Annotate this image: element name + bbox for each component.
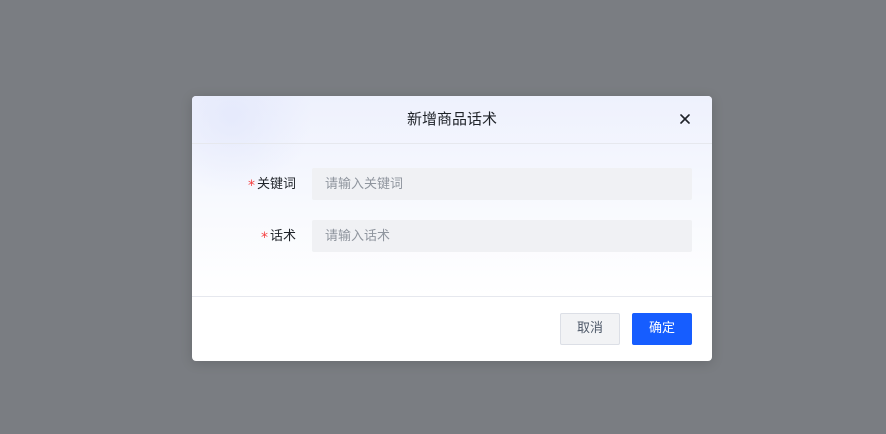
keyword-label-text: 关键词 bbox=[256, 177, 296, 192]
keyword-input[interactable] bbox=[312, 168, 692, 200]
confirm-button[interactable]: 确定 bbox=[632, 313, 692, 345]
dialog-header: 新增商品话术 bbox=[192, 96, 712, 144]
dialog-title: 新增商品话术 bbox=[406, 110, 497, 128]
script-label-text: 话术 bbox=[269, 229, 296, 244]
close-icon-glyph bbox=[680, 114, 690, 124]
script-input[interactable] bbox=[312, 220, 692, 252]
footer-divider bbox=[192, 296, 712, 297]
required-asterisk: * bbox=[247, 178, 255, 194]
required-asterisk: * bbox=[260, 230, 268, 246]
keyword-form-item: * 关键词 bbox=[192, 168, 712, 200]
add-product-script-dialog: 新增商品话术 *关键词 *话术 取消 确定 bbox=[192, 96, 712, 361]
close-icon[interactable] bbox=[676, 110, 694, 128]
cancel-button[interactable]: 取消 bbox=[560, 313, 620, 345]
script-label: * 话术 bbox=[261, 220, 296, 252]
keyword-label: * 关键词 bbox=[248, 168, 296, 200]
script-form-item: * 话术 bbox=[192, 220, 712, 252]
